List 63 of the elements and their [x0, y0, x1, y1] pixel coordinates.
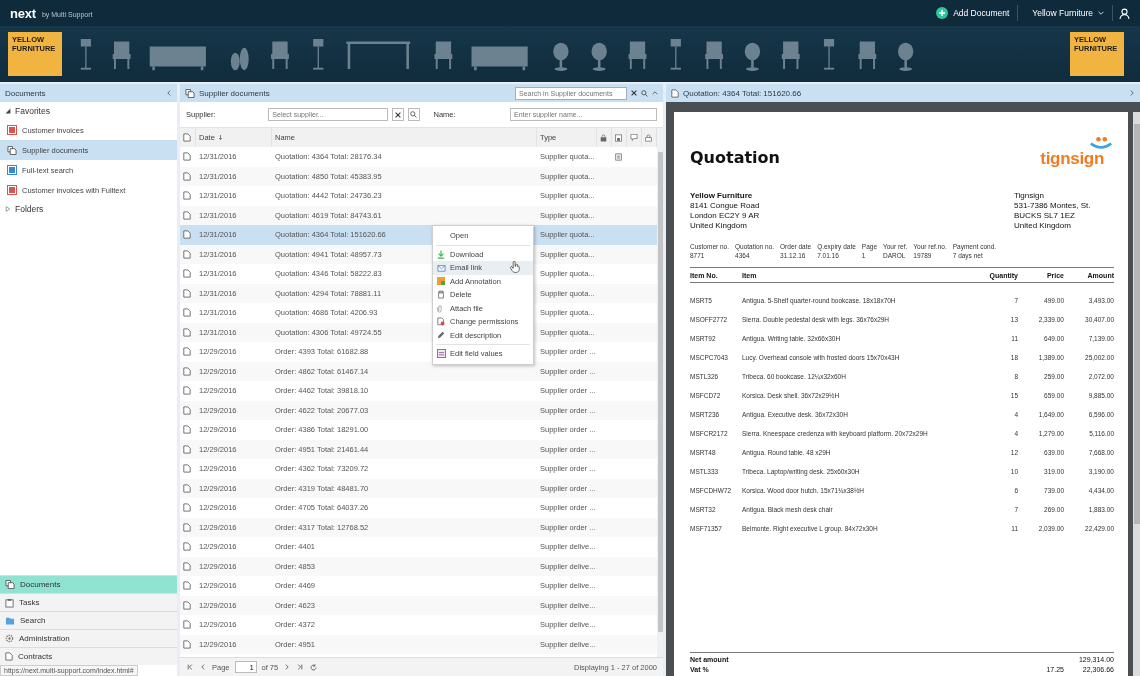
panel-title: Supplier documents — [199, 88, 271, 98]
scrollbar[interactable] — [1133, 112, 1140, 676]
document-icon — [183, 133, 191, 142]
comment-icon — [630, 134, 638, 141]
account-menu[interactable]: Yellow Furniture — [1024, 5, 1113, 21]
address-line: BUCKS SL7 1EZ — [1014, 211, 1076, 221]
plus-icon — [936, 7, 949, 19]
permissions-icon — [437, 317, 445, 327]
nav-item[interactable]: Documents — [0, 575, 177, 593]
nav-item[interactable]: Administration — [0, 629, 177, 647]
trash-icon — [437, 290, 445, 300]
company-logo: tignsign — [1040, 150, 1104, 167]
refresh-button[interactable] — [309, 662, 319, 672]
form-icon — [437, 349, 446, 359]
envelope-icon — [437, 263, 446, 272]
smile-icon — [1088, 136, 1114, 150]
chevron-down-icon — [1098, 10, 1104, 16]
clipboard-icon — [5, 597, 14, 608]
search-document-icon — [7, 165, 17, 175]
document-icon — [5, 652, 13, 661]
document-heading: Quotation — [690, 148, 780, 167]
folder-icon — [5, 616, 15, 625]
last-page-button[interactable] — [296, 663, 305, 671]
document-icon — [671, 88, 679, 98]
documents-icon — [185, 88, 195, 98]
address-line: 8141 Congue Road — [690, 201, 761, 211]
address-line: London EC2Y 9 AR — [690, 211, 761, 221]
address-line: Yellow Furniture — [690, 191, 754, 201]
address-line: Tignsign — [1014, 191, 1045, 201]
collapse-icon[interactable] — [166, 90, 172, 96]
nav-item[interactable]: Search — [0, 611, 177, 629]
panel-title: Documents — [5, 88, 47, 98]
add-document-button[interactable]: Add Document — [928, 5, 1019, 21]
paperclip-icon — [437, 303, 443, 313]
annotation-icon — [437, 277, 445, 286]
previous-page-button[interactable] — [199, 663, 207, 671]
lock-icon — [600, 133, 607, 142]
first-page-button[interactable] — [186, 663, 194, 671]
tree-node[interactable]: Folders — [0, 200, 177, 218]
address-line: 531-7386 Montes, St. — [1014, 201, 1092, 211]
gear-icon — [5, 634, 14, 643]
clear-icon[interactable] — [631, 90, 637, 96]
documents-icon — [7, 145, 17, 155]
address-line: United Kingdom — [690, 221, 748, 231]
next-page-button[interactable] — [283, 663, 292, 671]
search-icon[interactable] — [641, 89, 648, 97]
invoice-icon — [7, 185, 17, 195]
address-line: United Kingdom — [1014, 221, 1072, 231]
documents-icon — [5, 580, 15, 589]
user-icon[interactable] — [1119, 7, 1130, 19]
hand-cursor-icon — [510, 261, 520, 273]
invoice-icon — [7, 125, 17, 135]
padlock-icon — [645, 133, 652, 142]
download-icon — [437, 249, 445, 259]
expand-icon[interactable] — [1129, 90, 1135, 96]
app-logo: next — [10, 5, 36, 21]
pencil-icon — [437, 331, 445, 340]
collapse-icon[interactable] — [652, 90, 658, 96]
tree-node[interactable]: Favorites — [0, 102, 177, 120]
scrollbar[interactable] — [657, 147, 663, 657]
nav-item[interactable]: Contracts — [0, 647, 177, 665]
nav-item[interactable]: Tasks — [0, 593, 177, 611]
panel-title: Quotation: 4364 Total: 151620.66 — [683, 88, 803, 98]
